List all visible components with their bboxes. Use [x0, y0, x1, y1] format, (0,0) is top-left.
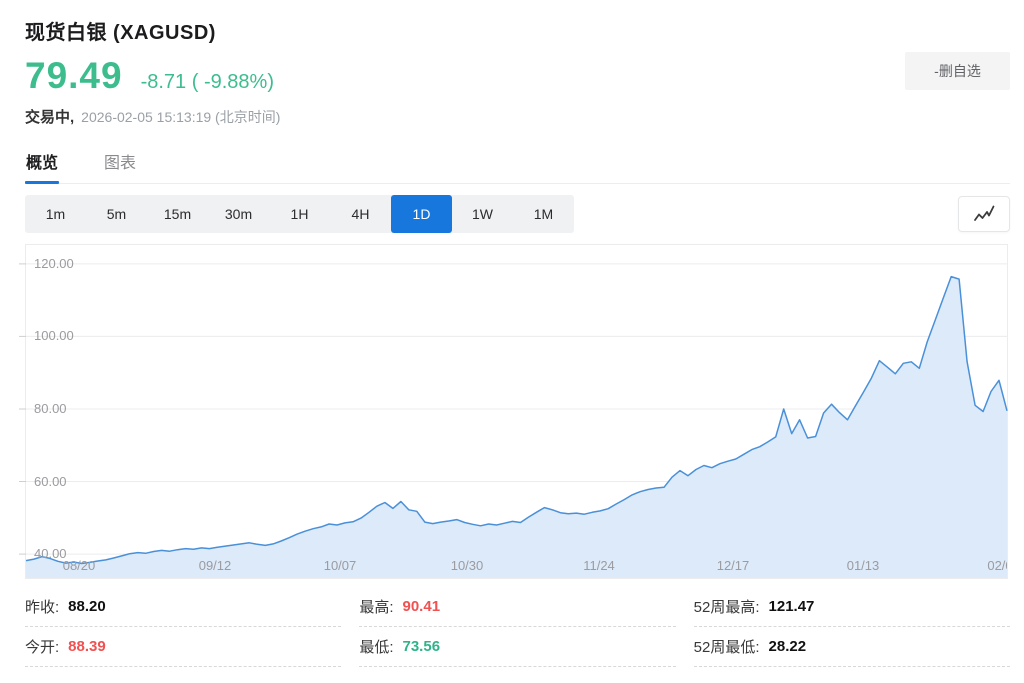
y-axis-label: 40.00 [34, 546, 67, 562]
timeframe-button-5m[interactable]: 5m [86, 195, 147, 233]
timeframe-button-1H[interactable]: 1H [269, 195, 330, 233]
tab-chart[interactable]: 图表 [103, 147, 137, 183]
stat-label: 最高: [359, 599, 394, 616]
current-price: 79.49 [25, 55, 123, 96]
stat-prev-close: 昨收: 88.20 [25, 587, 342, 627]
price-chart[interactable]: 120.00 100.00 80.00 60.00 40.00 08/20 09/12 10/… [19, 244, 1008, 579]
stat-52w-low: 52周最低: 28.22 [693, 627, 1010, 667]
stat-open: 今开: 88.39 [25, 627, 342, 667]
chart-toolbar: 1m 5m 15m 30m 1H 4H 1D 1W 1M [25, 195, 1010, 233]
trading-status: 交易中, [25, 109, 75, 126]
status-row: 交易中, 2026-02-05 15:13:19 (北京时间) [25, 106, 1010, 127]
remove-watchlist-button[interactable]: -删自选 [905, 52, 1010, 90]
price-change: -8.71 ( -9.88%) [140, 71, 274, 93]
page-title: 现货白银 (XAGUSD) [25, 22, 216, 44]
stat-label: 今开: [25, 639, 60, 656]
stat-low: 最低: 73.56 [359, 627, 676, 667]
stat-high: 最高: 90.41 [359, 587, 676, 627]
line-chart-icon [972, 203, 996, 225]
x-axis-label: 08/20 [62, 558, 96, 573]
timeframe-button-1M[interactable]: 1M [513, 195, 574, 233]
stats-grid: 昨收: 88.20 最高: 90.41 52周最高: 121.47 今开: 88.39 最低: 7… [25, 587, 1010, 667]
stat-label: 52周最高: [693, 599, 760, 616]
stat-value: 28.22 [768, 638, 807, 655]
stat-52w-high: 52周最高: 121.47 [693, 587, 1010, 627]
x-axis-label: 09/12 [198, 558, 232, 573]
tab-bar: 概览 图表 [25, 147, 1010, 184]
y-axis-label: 80.00 [34, 400, 67, 416]
timeframe-bar: 1m 5m 15m 30m 1H 4H 1D 1W 1M [25, 195, 574, 233]
stat-value: 88.20 [68, 598, 106, 615]
timeframe-button-1W[interactable]: 1W [452, 195, 513, 233]
y-axis-label: 120.00 [34, 255, 74, 271]
x-axis-label: 11/24 [583, 558, 615, 573]
y-axis-label: 60.00 [34, 473, 67, 489]
tab-overview[interactable]: 概览 [25, 147, 60, 184]
quote-page: 现货白银 (XAGUSD) -删自选 79.49 -8.71 ( -9.88%)… [0, 0, 1024, 683]
stat-value: 90.41 [402, 598, 441, 615]
x-axis-label: 01/13 [846, 558, 880, 573]
timeframe-button-30m[interactable]: 30m [208, 195, 269, 233]
stat-value: 121.47 [768, 598, 815, 615]
x-axis-label: 10/30 [450, 558, 484, 573]
x-axis-label: 10/07 [323, 558, 357, 573]
stat-label: 52周最低: [693, 639, 760, 656]
y-axis-label: 100.00 [34, 328, 74, 344]
x-axis-label: 02/0 [987, 558, 1007, 573]
stat-value: 88.39 [68, 638, 106, 655]
x-axis-label: 12/17 [716, 558, 750, 573]
quote-timestamp: 2026-02-05 15:13:19 (北京时间) [81, 109, 281, 125]
stat-label: 最低: [359, 639, 394, 656]
stat-label: 昨收: [25, 599, 60, 616]
timeframe-button-1m[interactable]: 1m [25, 195, 86, 233]
price-row: 79.49 -8.71 ( -9.88%) [25, 55, 1010, 97]
axis-labels: 120.00 100.00 80.00 60.00 40.00 08/20 09/12 10/… [26, 245, 1007, 578]
timeframe-button-4H[interactable]: 4H [330, 195, 391, 233]
timeframe-button-1D[interactable]: 1D [391, 195, 452, 233]
stat-value: 73.56 [402, 638, 441, 655]
timeframe-button-15m[interactable]: 15m [147, 195, 208, 233]
chart-style-button[interactable] [958, 196, 1010, 232]
